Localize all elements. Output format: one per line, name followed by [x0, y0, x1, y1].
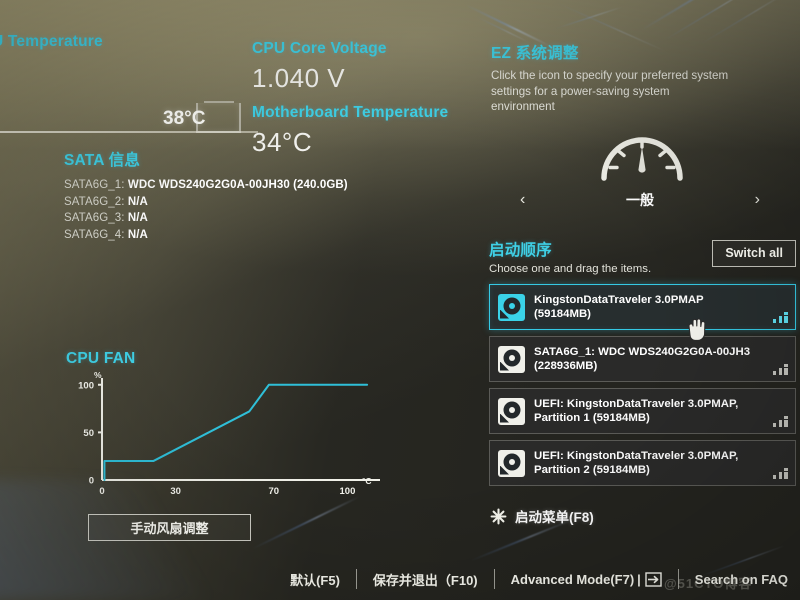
cpu-voltage-value: 1.040 V — [252, 63, 346, 93]
cpu-temperature-label: U Temperature — [0, 33, 103, 50]
enter-arrow-icon — [645, 571, 662, 587]
ez-system-tuning-panel: EZ 系统调整 Click the icon to specify your p… — [491, 41, 796, 115]
boot-device-label: UEFI: KingstonDataTraveler 3.0PMAP, Part… — [534, 397, 764, 426]
sata-row: SATA6G_4: N/A — [64, 227, 348, 244]
boot-device-item[interactable]: UEFI: KingstonDataTraveler 3.0PMAP, Part… — [489, 440, 796, 486]
svg-text:30: 30 — [170, 486, 181, 497]
sata-device-value: WDC WDS240G2G0A-00JH30 (240.0GB) — [127, 179, 348, 191]
svg-text:0: 0 — [99, 486, 104, 497]
cpu-voltage-block: CPU Core Voltage 1.040 V Motherboard Tem… — [252, 40, 448, 158]
boot-priority-heading-group: 启动顺序 Choose one and drag the items. — [489, 238, 651, 275]
fan-curve-svg: 0 50 100 0 30 70 100 — [78, 378, 380, 497]
boot-device-size: (59184MB) — [534, 308, 591, 320]
advanced-mode-label: Advanced Mode(F7) — [510, 571, 635, 587]
sata-row: SATA6G_2: N/A — [64, 194, 348, 211]
boot-device-size: Partition 2 (59184MB) — [534, 464, 650, 476]
boot-device-name: KingstonDataTraveler 3.0PMAP — [534, 293, 704, 306]
svg-text:100: 100 — [78, 380, 94, 391]
boot-device-item[interactable]: UEFI: KingstonDataTraveler 3.0PMAP, Part… — [489, 388, 796, 434]
cpu-fan-title: CPU FAN — [66, 350, 136, 367]
cpu-temperature-value: 38°C — [163, 108, 206, 129]
boot-device-item[interactable]: SATA6G_1: WDC WDS240G2G0A-00JH3 (228936M… — [489, 336, 796, 382]
y-axis-unit-label: % — [94, 370, 102, 380]
cpu-fan-curve-chart[interactable]: 0 50 100 0 30 70 100 % °C — [66, 370, 386, 512]
drive-icon — [498, 449, 525, 477]
bottom-toolbar: 默认(F5) 保存并退出（F10) Advanced Mode(F7) | Se… — [0, 558, 800, 600]
sata-device-value: N/A — [127, 195, 148, 208]
svg-text:50: 50 — [83, 428, 94, 439]
sata-information-panel: SATA 信息 SATA6G_1: WDC WDS240G2G0A-00JH30… — [64, 148, 348, 243]
sata-panel-title: SATA 信息 — [64, 152, 141, 169]
boot-priority-header: 启动顺序 Choose one and drag the items. Swit… — [489, 238, 796, 275]
drag-handle-icon[interactable] — [773, 312, 788, 323]
svg-text:70: 70 — [269, 486, 280, 497]
switch-all-button[interactable]: Switch all — [712, 240, 796, 267]
bios-ez-mode-screen: U Temperature 38°C CPU Core Voltage 1.04… — [0, 0, 800, 600]
sata-row: SATA6G_1: WDC WDS240G2G0A-00JH30 (240.0G… — [64, 177, 348, 194]
boot-device-list: KingstonDataTraveler 3.0PMAP (59184MB) S… — [489, 284, 796, 486]
boot-priority-title: 启动顺序 — [489, 242, 552, 259]
boot-device-item[interactable]: KingstonDataTraveler 3.0PMAP (59184MB) — [489, 284, 796, 330]
pipe-separator: | — [637, 571, 641, 587]
chevron-left-icon[interactable]: ‹ — [520, 191, 525, 209]
header-divider — [0, 131, 258, 133]
sata-port-key: SATA6G_3: — [64, 212, 125, 224]
boot-priority-panel: 启动顺序 Choose one and drag the items. Swit… — [489, 238, 796, 492]
cpu-voltage-label: CPU Core Voltage — [252, 40, 387, 57]
drive-icon — [498, 345, 525, 373]
cpu-fan-panel: CPU FAN 0 50 100 0 30 70 100 % °C 手动风扇调整 — [66, 350, 396, 545]
boot-priority-subtitle: Choose one and drag the items. — [489, 263, 652, 275]
ez-mode-label: 一般 — [626, 192, 654, 208]
chevron-right-icon[interactable]: › — [755, 191, 760, 209]
gauge-icon[interactable] — [596, 120, 688, 184]
boot-menu-shortcut[interactable]: 启动菜单(F8) — [490, 506, 594, 526]
boot-device-label: SATA6G_1: WDC WDS240G2G0A-00JH3 (228936M… — [534, 345, 776, 374]
toolbar-separator — [355, 569, 357, 589]
motherboard-temperature-label: Motherboard Temperature — [252, 104, 449, 121]
sata-port-key: SATA6G_1: — [64, 179, 125, 191]
boot-device-size: (228936MB) — [534, 360, 598, 372]
sata-port-key: SATA6G_4: — [64, 228, 125, 241]
advanced-mode-button[interactable]: Advanced Mode(F7) | — [511, 572, 662, 587]
boot-device-size: Partition 1 (59184MB) — [534, 412, 650, 424]
drag-handle-icon[interactable] — [773, 416, 788, 427]
ez-tuning-title: EZ 系统调整 — [491, 45, 579, 62]
drive-icon — [498, 397, 525, 425]
boot-menu-label: 启动菜单(F8) — [515, 510, 594, 525]
asterisk-icon — [490, 508, 507, 524]
toolbar-separator — [493, 569, 495, 589]
ez-mode-selector[interactable]: ‹ 一般 › — [520, 190, 760, 210]
drag-handle-icon[interactable] — [773, 468, 788, 479]
save-and-exit-button[interactable]: 保存并退出（F10) — [373, 570, 478, 589]
search-on-faq-button[interactable]: Search on FAQ — [695, 572, 788, 587]
drag-handle-icon[interactable] — [773, 364, 788, 375]
mouse-cursor-hand — [684, 313, 710, 343]
boot-device-label: UEFI: KingstonDataTraveler 3.0PMAP, Part… — [534, 449, 764, 478]
boot-device-name: UEFI: KingstonDataTraveler 3.0PMAP, — [534, 449, 739, 462]
toolbar-separator — [677, 569, 679, 589]
x-axis-unit-label: °C — [362, 476, 372, 486]
defaults-button[interactable]: 默认(F5) — [290, 570, 340, 589]
cpu-temperature-block: U Temperature — [0, 33, 103, 51]
manual-fan-tuning-button[interactable]: 手动风扇调整 — [88, 514, 251, 541]
svg-text:100: 100 — [340, 486, 356, 497]
drive-icon — [498, 293, 525, 321]
svg-text:0: 0 — [89, 476, 94, 487]
ez-tuning-description: Click the icon to specify your preferred… — [491, 69, 729, 113]
sata-device-value: N/A — [127, 212, 148, 224]
sata-port-key: SATA6G_2: — [64, 195, 125, 208]
sata-device-value: N/A — [127, 228, 148, 241]
boot-device-name: SATA6G_1: WDC WDS240G2G0A-00JH3 — [534, 345, 751, 358]
boot-device-name: UEFI: KingstonDataTraveler 3.0PMAP, — [534, 397, 739, 410]
sata-row: SATA6G_3: N/A — [64, 210, 348, 227]
